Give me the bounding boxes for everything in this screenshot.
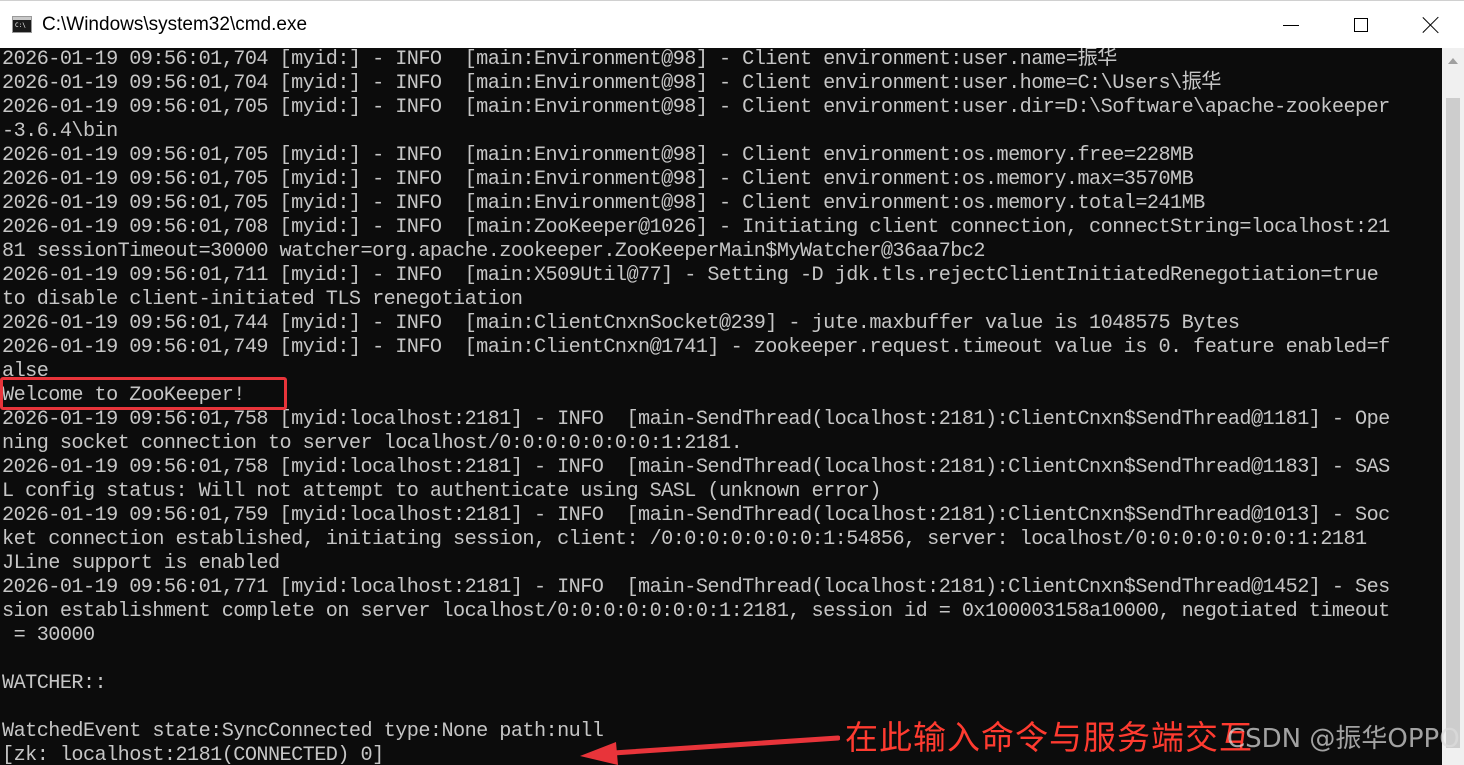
minimize-icon: [1283, 24, 1299, 26]
console-line: 2026-01-19 09:56:01,744 [myid:] - INFO […: [2, 312, 1240, 335]
annotation-arrow-icon: [580, 735, 840, 765]
console-line: 2026-01-19 09:56:01,759 [myid:localhost:…: [2, 504, 1390, 527]
cmd-app-icon[interactable]: [12, 16, 32, 33]
maximize-button[interactable]: [1326, 1, 1396, 49]
console-line: 2026-01-19 09:56:01,758 [myid:localhost:…: [2, 456, 1390, 479]
console-line: 2026-01-19 09:56:01,705 [myid:] - INFO […: [2, 96, 1390, 119]
console-line: 2026-01-19 09:56:01,705 [myid:] - INFO […: [2, 144, 1194, 167]
window-title: C:\Windows\system32\cmd.exe: [42, 14, 308, 35]
maximize-icon: [1354, 18, 1368, 32]
vertical-scrollbar[interactable]: [1442, 48, 1464, 765]
annotation-text: 在此输入命令与服务端交互: [845, 718, 1253, 757]
console-line: -3.6.4\bin: [2, 120, 118, 143]
welcome-highlight-box: [0, 377, 287, 410]
console-line: 2026-01-19 09:56:01,704 [myid:] - INFO […: [2, 48, 1117, 71]
console-line: 2026-01-19 09:56:01,749 [myid:] - INFO […: [2, 336, 1390, 359]
console-line: WATCHER::: [2, 672, 107, 695]
scroll-thumb[interactable]: [1446, 98, 1460, 748]
console-line: ket connection established, initiating s…: [2, 528, 1367, 551]
console-line: JLine support is enabled: [2, 552, 280, 575]
console-line: 2026-01-19 09:56:01,758 [myid:localhost:…: [2, 408, 1390, 431]
scroll-up-arrow-icon[interactable]: [1448, 58, 1458, 64]
console-line: ning socket connection to server localho…: [2, 432, 743, 455]
close-button[interactable]: [1396, 1, 1464, 49]
title-bar[interactable]: C:\Windows\system32\cmd.exe: [0, 0, 1464, 48]
console-line: 2026-01-19 09:56:01,704 [myid:] - INFO […: [2, 72, 1221, 95]
console-line: 2026-01-19 09:56:01,705 [myid:] - INFO […: [2, 192, 1205, 215]
console-line: = 30000: [2, 624, 96, 647]
watermark: CSDN @振华OPPO: [1227, 724, 1460, 754]
minimize-button[interactable]: [1256, 1, 1326, 49]
console-line: 2026-01-19 09:56:01,705 [myid:] - INFO […: [2, 168, 1194, 191]
console-line: to disable client-initiated TLS renegoti…: [2, 288, 523, 311]
console-line: 2026-01-19 09:56:01,771 [myid:localhost:…: [2, 576, 1390, 599]
console-line: L config status: Will not attempt to aut…: [2, 480, 881, 503]
close-icon: [1422, 16, 1440, 34]
console-line: 81 sessionTimeout=30000 watcher=org.apac…: [2, 240, 986, 263]
console-line: 2026-01-19 09:56:01,708 [myid:] - INFO […: [2, 216, 1390, 239]
console-line: 2026-01-19 09:56:01,711 [myid:] - INFO […: [2, 264, 1379, 287]
console-line: sion establishment complete on server lo…: [2, 600, 1390, 623]
